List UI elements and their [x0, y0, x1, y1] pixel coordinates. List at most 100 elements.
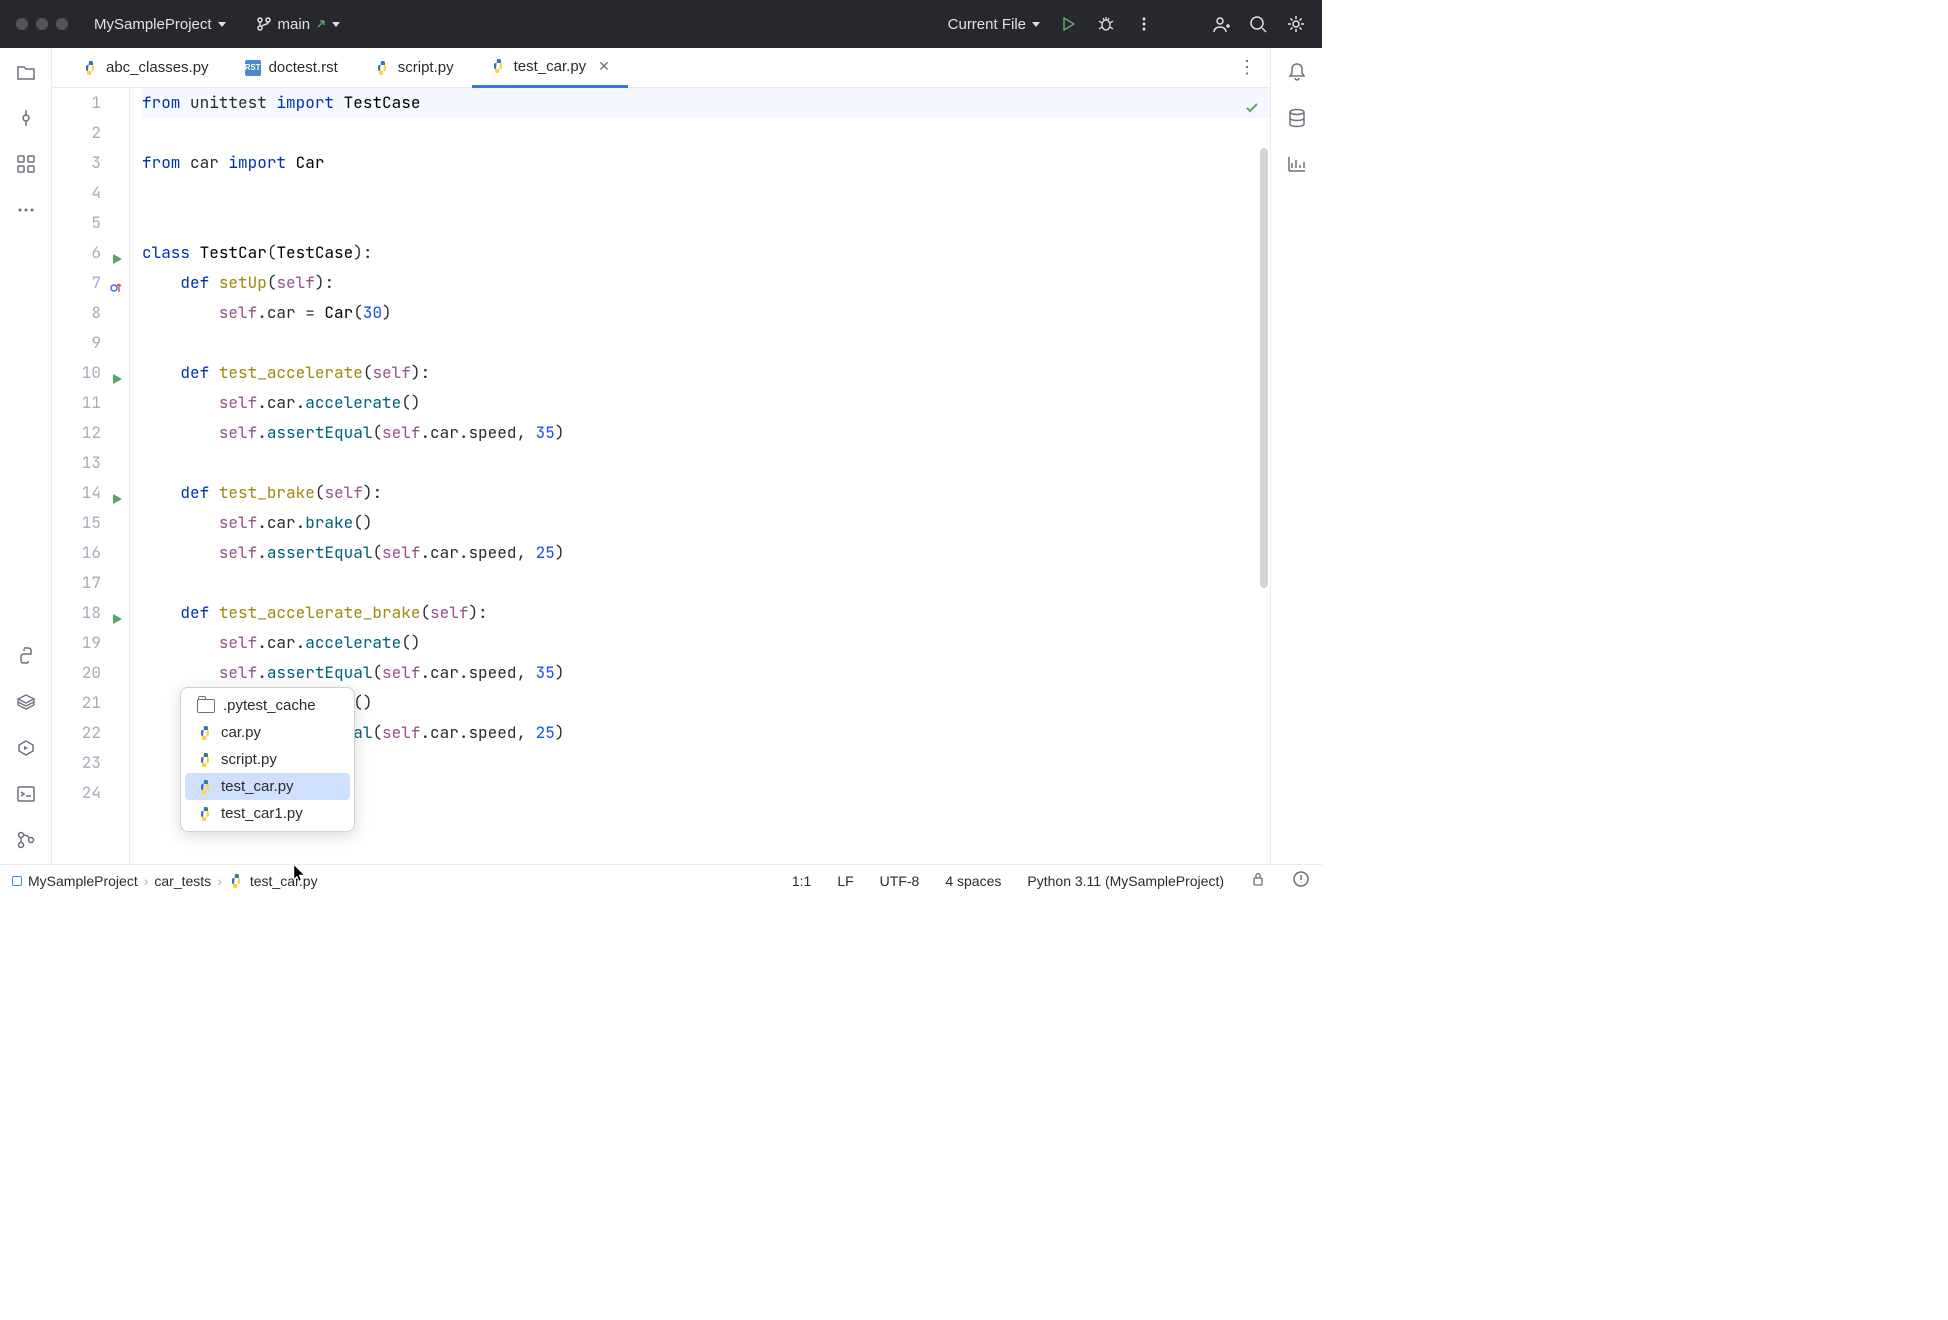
- tab-test-car[interactable]: test_car.py ✕: [472, 48, 628, 88]
- line-number[interactable]: 13: [52, 448, 101, 478]
- project-dropdown[interactable]: MySampleProject: [88, 12, 232, 37]
- popup-item[interactable]: script.py: [185, 746, 350, 773]
- indent-setting[interactable]: 4 spaces: [945, 873, 1001, 889]
- code-line[interactable]: class TestCar(TestCase):: [142, 238, 1270, 268]
- tab-abc-classes[interactable]: abc_classes.py: [64, 48, 227, 88]
- run-button[interactable]: [1058, 14, 1078, 34]
- minimize-window[interactable]: [36, 18, 48, 30]
- code-line[interactable]: self.assertEqual(self.car.speed, 35): [142, 418, 1270, 448]
- tabs-menu-icon[interactable]: ⋮: [1238, 57, 1256, 78]
- code-line[interactable]: self.car.brake(): [142, 508, 1270, 538]
- database-tool-icon[interactable]: [1285, 106, 1309, 130]
- notifications-icon[interactable]: [1285, 60, 1309, 84]
- line-number[interactable]: 22: [52, 718, 101, 748]
- code-line[interactable]: [142, 568, 1270, 598]
- line-separator[interactable]: LF: [837, 873, 853, 889]
- line-number[interactable]: 1: [52, 88, 101, 118]
- version-control-tool-icon[interactable]: [14, 828, 38, 852]
- line-number[interactable]: 14: [52, 478, 101, 508]
- run-line-icon[interactable]: [111, 365, 123, 395]
- line-number[interactable]: 18: [52, 598, 101, 628]
- popup-item[interactable]: car.py: [185, 719, 350, 746]
- run-configuration[interactable]: Current File: [948, 16, 1040, 33]
- editor-tabs: abc_classes.py RST doctest.rst script.py…: [52, 48, 1270, 88]
- tab-script[interactable]: script.py: [356, 48, 472, 88]
- inspection-ok-icon[interactable]: [1244, 96, 1260, 126]
- run-line-icon[interactable]: [111, 245, 123, 275]
- override-icon[interactable]: [109, 275, 123, 305]
- settings-icon[interactable]: [1286, 14, 1306, 34]
- line-number[interactable]: 4: [52, 178, 101, 208]
- terminal-tool-icon[interactable]: [14, 782, 38, 806]
- popup-item[interactable]: test_car.py: [185, 773, 350, 800]
- code-line[interactable]: [142, 118, 1270, 148]
- close-tab-icon[interactable]: ✕: [598, 58, 610, 75]
- sciview-icon[interactable]: [1285, 152, 1309, 176]
- services-tool-icon[interactable]: [14, 736, 38, 760]
- lock-icon[interactable]: [1250, 871, 1266, 890]
- code-line[interactable]: def setUp(self):: [142, 268, 1270, 298]
- line-number[interactable]: 11: [52, 388, 101, 418]
- tab-doctest[interactable]: RST doctest.rst: [227, 48, 356, 88]
- vcs-branch[interactable]: main: [256, 16, 341, 33]
- problems-icon[interactable]: [1292, 870, 1310, 891]
- line-number[interactable]: 24: [52, 778, 101, 808]
- code-line[interactable]: def test_brake(self):: [142, 478, 1270, 508]
- code-line[interactable]: self.car.accelerate(): [142, 628, 1270, 658]
- code-line[interactable]: [142, 178, 1270, 208]
- project-tool-icon[interactable]: [14, 60, 38, 84]
- more-tools-icon[interactable]: [14, 198, 38, 222]
- line-number[interactable]: 10: [52, 358, 101, 388]
- line-number[interactable]: 9: [52, 328, 101, 358]
- right-tool-strip: [1270, 48, 1322, 864]
- scrollbar[interactable]: [1258, 128, 1270, 864]
- code-line[interactable]: [142, 328, 1270, 358]
- python-console-icon[interactable]: [14, 644, 38, 668]
- commit-tool-icon[interactable]: [14, 106, 38, 130]
- more-actions[interactable]: [1134, 14, 1154, 34]
- line-number[interactable]: 5: [52, 208, 101, 238]
- line-number[interactable]: 17: [52, 568, 101, 598]
- line-number[interactable]: 12: [52, 418, 101, 448]
- line-number[interactable]: 2: [52, 118, 101, 148]
- breadcrumb-file[interactable]: test_car.py: [250, 873, 318, 889]
- breadcrumb-folder[interactable]: car_tests: [154, 873, 211, 889]
- code-line[interactable]: self.assertEqual(self.car.speed, 35): [142, 658, 1270, 688]
- line-number[interactable]: 16: [52, 538, 101, 568]
- file-encoding[interactable]: UTF-8: [880, 873, 920, 889]
- popup-item[interactable]: .pytest_cache: [185, 692, 350, 719]
- code-line[interactable]: [142, 448, 1270, 478]
- line-number[interactable]: 6: [52, 238, 101, 268]
- search-everywhere-icon[interactable]: [1248, 14, 1268, 34]
- code-with-me-icon[interactable]: [1210, 14, 1230, 34]
- tab-label: abc_classes.py: [106, 59, 209, 76]
- line-number[interactable]: 19: [52, 628, 101, 658]
- line-number[interactable]: 15: [52, 508, 101, 538]
- run-line-icon[interactable]: [111, 485, 123, 515]
- debug-button[interactable]: [1096, 14, 1116, 34]
- line-number[interactable]: 23: [52, 748, 101, 778]
- breadcrumb-project[interactable]: MySampleProject: [28, 873, 138, 889]
- line-number[interactable]: 7: [52, 268, 101, 298]
- python-packages-icon[interactable]: [14, 690, 38, 714]
- code-line[interactable]: def test_accelerate(self):: [142, 358, 1270, 388]
- code-line[interactable]: self.car.accelerate(): [142, 388, 1270, 418]
- code-line[interactable]: self.car = Car(30): [142, 298, 1270, 328]
- popup-item[interactable]: test_car1.py: [185, 800, 350, 827]
- code-line[interactable]: from car import Car: [142, 148, 1270, 178]
- python-interpreter[interactable]: Python 3.11 (MySampleProject): [1027, 873, 1224, 889]
- line-number[interactable]: 21: [52, 688, 101, 718]
- line-number[interactable]: 3: [52, 148, 101, 178]
- line-number[interactable]: 8: [52, 298, 101, 328]
- scrollbar-thumb[interactable]: [1260, 148, 1268, 588]
- run-line-icon[interactable]: [111, 605, 123, 635]
- structure-tool-icon[interactable]: [14, 152, 38, 176]
- maximize-window[interactable]: [56, 18, 68, 30]
- caret-position[interactable]: 1:1: [792, 873, 811, 889]
- code-line[interactable]: [142, 208, 1270, 238]
- close-window[interactable]: [16, 18, 28, 30]
- code-line[interactable]: self.assertEqual(self.car.speed, 25): [142, 538, 1270, 568]
- code-line[interactable]: def test_accelerate_brake(self):: [142, 598, 1270, 628]
- line-number[interactable]: 20: [52, 658, 101, 688]
- code-line[interactable]: from unittest import TestCase: [142, 88, 1270, 118]
